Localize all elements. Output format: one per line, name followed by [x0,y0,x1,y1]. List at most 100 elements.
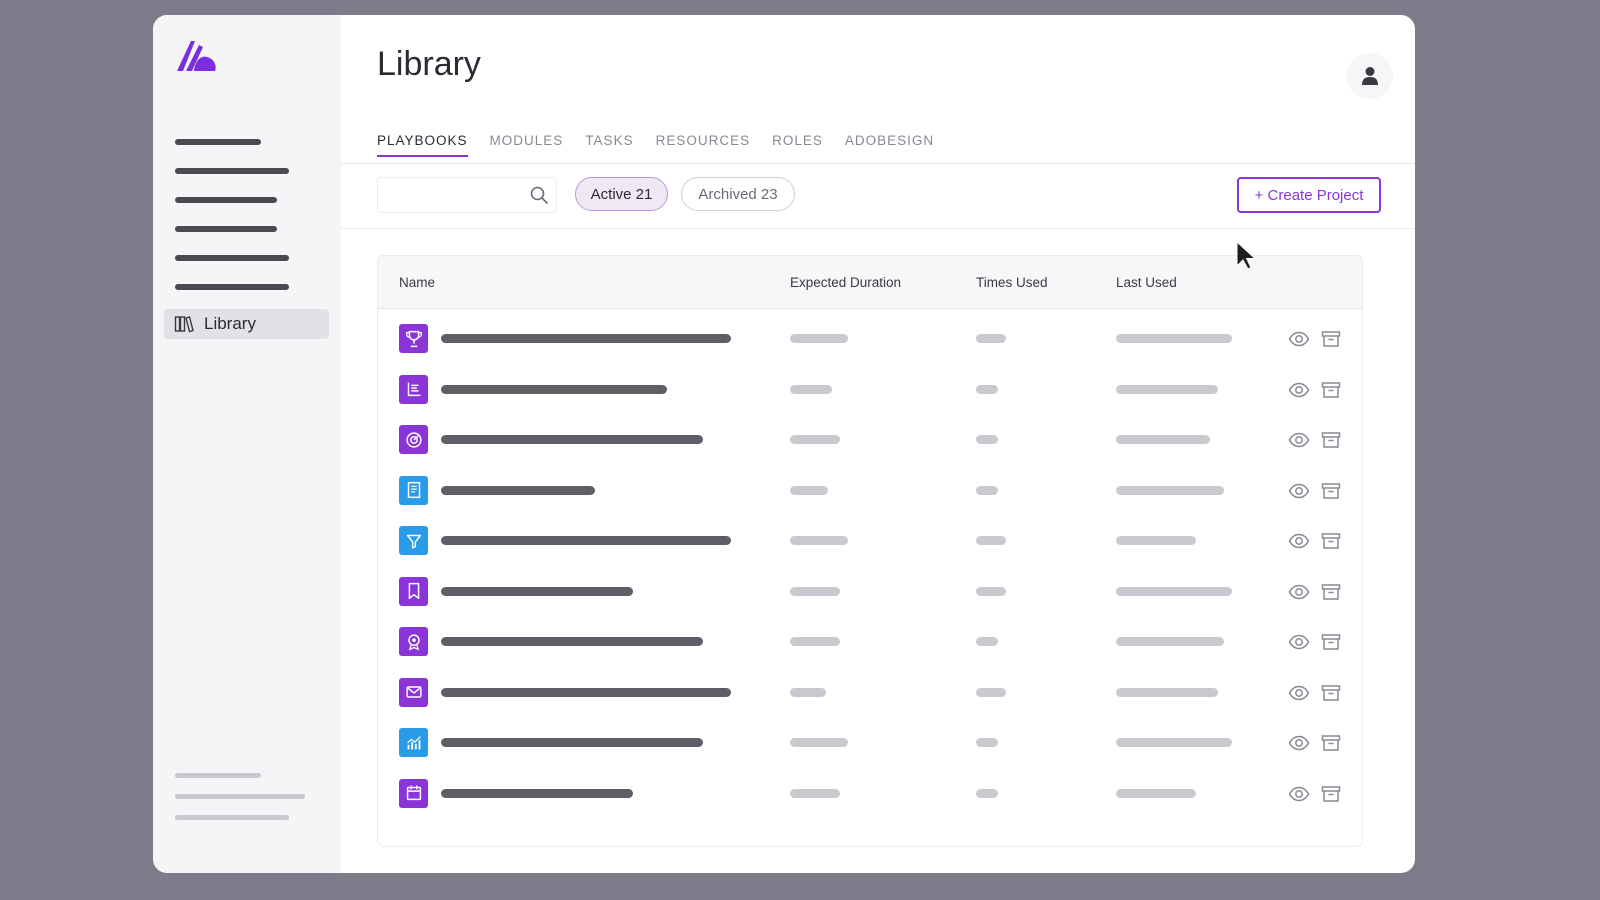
view-eye-icon[interactable] [1288,733,1310,753]
nav-placeholder-list [175,139,289,313]
search-field[interactable] [377,177,557,213]
tab-tasks[interactable]: TASKS [585,133,633,157]
app-window: Library Library PLAYBOOKS MODULES TASKS RES… [153,15,1415,873]
column-header-expected-duration[interactable]: Expected Duration [790,275,901,290]
archive-icon[interactable] [1320,784,1342,804]
sidebar-item-label: Library [204,314,256,333]
toolbar-divider [341,228,1415,229]
row-name-placeholder [441,586,633,596]
row-times-used-placeholder [976,485,998,495]
table-row[interactable] [378,720,1362,770]
nav-placeholder-line[interactable] [175,226,277,232]
view-eye-icon[interactable] [1288,481,1310,501]
archive-icon[interactable] [1320,632,1342,652]
tab-playbooks[interactable]: PLAYBOOKS [377,133,468,157]
archive-icon[interactable] [1320,380,1342,400]
app-logo [177,41,216,71]
row-name-placeholder [441,334,731,343]
library-tabs: PLAYBOOKS MODULES TASKS RESOURCES ROLES ADOBE… [377,133,934,157]
active-filter-chip[interactable]: Active 21 [575,177,668,211]
tab-resources[interactable]: RESOURCES [656,133,751,157]
nav-placeholder-line[interactable] [175,139,261,145]
nav-placeholder-line[interactable] [175,284,289,290]
column-header-times-used[interactable]: Times Used [976,275,1048,290]
row-times-used-placeholder [976,536,1006,545]
row-name-placeholder [441,435,703,444]
tabs-divider [341,163,1415,164]
row-last-used-placeholder [1116,384,1218,394]
nav-placeholder-line[interactable] [175,255,289,261]
row-name-placeholder [441,637,703,646]
archive-icon[interactable] [1320,733,1342,753]
user-icon [1362,67,1378,85]
nav-placeholder-line[interactable] [175,168,289,174]
mail-icon [399,677,428,707]
row-name-placeholder [441,738,703,747]
row-times-used-placeholder [976,586,1006,596]
column-header-last-used[interactable]: Last Used [1116,275,1177,290]
view-eye-icon[interactable] [1288,784,1310,804]
view-eye-icon[interactable] [1288,380,1310,400]
chart-icon [399,728,428,757]
table-row[interactable] [378,569,1362,619]
tab-modules[interactable]: MODULES [490,133,564,157]
archive-icon[interactable] [1320,481,1342,501]
archive-icon[interactable] [1320,582,1342,602]
archive-icon[interactable] [1320,531,1342,551]
user-avatar-button[interactable] [1347,53,1393,99]
archive-icon[interactable] [1320,329,1342,349]
create-project-button[interactable]: + Create Project [1237,177,1381,213]
table-row[interactable] [378,316,1362,366]
nav-placeholder-line[interactable] [175,197,277,203]
column-header-name[interactable]: Name [399,275,435,290]
search-input[interactable] [386,178,520,212]
table-row[interactable] [378,670,1362,720]
trophy-icon [399,324,428,353]
row-duration-placeholder [790,485,828,495]
row-last-used-placeholder [1116,738,1232,747]
table-row[interactable] [378,518,1362,568]
row-last-used-placeholder [1116,334,1232,343]
row-duration-placeholder [790,637,840,646]
calendar-icon [399,778,428,808]
footer-placeholder-line [175,773,261,778]
table-header: Name Expected Duration Times Used Last U… [378,256,1362,309]
row-last-used-placeholder [1116,485,1224,495]
table-row[interactable] [378,417,1362,467]
view-eye-icon[interactable] [1288,582,1310,602]
archived-filter-chip[interactable]: Archived 23 [681,177,795,211]
badge-icon [399,627,428,656]
table-row[interactable] [378,771,1362,821]
archive-icon[interactable] [1320,683,1342,703]
row-last-used-placeholder [1116,536,1196,545]
search-icon[interactable] [530,186,548,204]
view-eye-icon[interactable] [1288,531,1310,551]
archive-icon[interactable] [1320,430,1342,450]
row-duration-placeholder [790,435,840,444]
row-duration-placeholder [790,334,848,343]
view-eye-icon[interactable] [1288,430,1310,450]
row-name-placeholder [441,384,667,394]
tab-adobesign[interactable]: ADOBESIGN [845,133,934,157]
table-row[interactable] [378,468,1362,518]
row-duration-placeholder [790,788,840,798]
row-name-placeholder [441,687,731,697]
list-icon [399,374,428,404]
table-row[interactable] [378,619,1362,669]
tab-roles[interactable]: ROLES [772,133,823,157]
row-times-used-placeholder [976,687,1006,697]
view-eye-icon[interactable] [1288,329,1310,349]
view-eye-icon[interactable] [1288,683,1310,703]
main-content: Library PLAYBOOKS MODULES TASKS RESOURCES RO… [341,15,1415,873]
view-eye-icon[interactable] [1288,632,1310,652]
footer-placeholder-line [175,815,289,820]
row-times-used-placeholder [976,435,998,444]
row-last-used-placeholder [1116,435,1210,444]
table-row[interactable] [378,367,1362,417]
row-duration-placeholder [790,384,832,394]
row-times-used-placeholder [976,334,1006,343]
document-icon [399,475,428,505]
sidebar-item-library[interactable]: Library [164,309,329,339]
row-times-used-placeholder [976,384,998,394]
mouse-cursor-icon [1236,240,1257,270]
